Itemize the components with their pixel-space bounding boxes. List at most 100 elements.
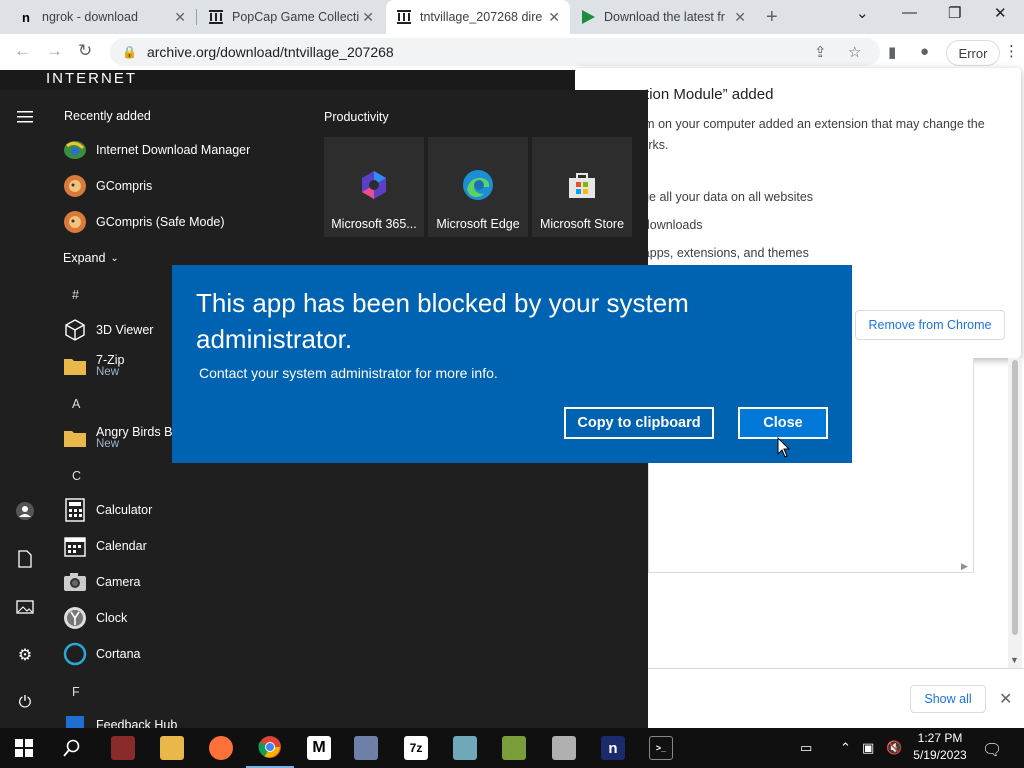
power-icon[interactable]: ⏻ xyxy=(14,692,36,714)
terminal-icon[interactable]: >_ xyxy=(637,728,685,768)
app-icon[interactable] xyxy=(342,728,390,768)
close-window-icon[interactable]: ✕ xyxy=(994,4,1007,22)
tab-title: tntvillage_207268 dire xyxy=(420,10,543,24)
tile-microsoft-edge[interactable]: Microsoft Edge xyxy=(428,137,528,237)
taskbar-clock[interactable]: 1:27 PM 5/19/2023 xyxy=(908,730,972,764)
camera-icon xyxy=(62,569,88,595)
expand-button[interactable]: Expand ⌄ xyxy=(63,242,119,274)
archive-icon xyxy=(208,9,224,25)
app-label: Angry Birds Br xyxy=(96,425,177,439)
close-icon[interactable]: ✕ xyxy=(734,9,746,26)
tile-microsoft-store[interactable]: Microsoft Store xyxy=(532,137,632,237)
m-app-icon[interactable]: M xyxy=(295,728,343,768)
restore-icon[interactable]: ❐ xyxy=(948,4,961,22)
app-label: Feedback Hub xyxy=(96,718,178,728)
app-cortana[interactable]: Cortana xyxy=(62,638,140,670)
app-gcompris[interactable]: GCompris xyxy=(62,170,152,202)
app-camera[interactable]: Camera xyxy=(62,566,140,598)
new-tab-button[interactable]: + xyxy=(766,6,778,29)
app-icon[interactable] xyxy=(540,728,588,768)
app-label: Clock xyxy=(96,611,128,625)
app-label: Calendar xyxy=(96,539,147,553)
app-angry-birds[interactable]: Angry Birds Br New xyxy=(62,418,177,458)
tab-search-icon[interactable]: ⌄ xyxy=(856,4,869,22)
chrome-icon[interactable] xyxy=(246,728,294,768)
user-account-icon[interactable] xyxy=(14,500,36,522)
page-header-text: INTERNET xyxy=(0,70,648,90)
ngrok-icon[interactable]: n xyxy=(589,728,637,768)
minimize-icon[interactable]: — xyxy=(902,4,917,21)
documents-icon[interactable] xyxy=(14,548,36,570)
play-icon xyxy=(580,9,596,25)
tab-popcap[interactable]: PopCap Game Collecti ✕ xyxy=(198,0,384,34)
letter-header[interactable]: F xyxy=(72,685,80,699)
letter-header[interactable]: C xyxy=(72,469,81,483)
app-label: Camera xyxy=(96,575,141,589)
app-calendar[interactable]: Calendar xyxy=(62,530,147,562)
close-icon[interactable]: ✕ xyxy=(362,9,374,26)
side-panel-icon[interactable]: ▮ xyxy=(888,43,896,61)
back-icon[interactable]: ← xyxy=(14,41,31,61)
profile-icon[interactable]: ● xyxy=(920,43,929,60)
volume-muted-icon[interactable]: 🔇 xyxy=(886,740,902,756)
feedback-icon xyxy=(62,710,88,728)
7zip-icon[interactable]: 7z xyxy=(392,728,440,768)
close-icon[interactable]: ✕ xyxy=(548,9,560,26)
keyboard-icon[interactable]: ▭ xyxy=(800,740,812,756)
app-gcompris-safe-mode[interactable]: GCompris (Safe Mode) xyxy=(62,206,225,238)
bookmark-star-icon[interactable]: ☆ xyxy=(848,43,861,61)
scrollbar-thumb[interactable] xyxy=(1012,360,1018,635)
notification-icon[interactable]: 🗨 xyxy=(982,740,1002,760)
pictures-icon[interactable] xyxy=(14,596,36,618)
app-feedback-hub[interactable]: Feedback Hub xyxy=(62,710,177,728)
file-explorer-icon[interactable] xyxy=(148,728,196,768)
app-calculator[interactable]: Calculator xyxy=(62,494,152,526)
winrar-icon[interactable] xyxy=(99,728,147,768)
app-7zip[interactable]: 7-Zip New xyxy=(62,346,124,386)
close-button[interactable]: Close xyxy=(738,407,828,439)
scroll-right-icon[interactable]: ▶ xyxy=(961,561,968,572)
app-3d-viewer[interactable]: 3D Viewer xyxy=(62,314,153,346)
windows-logo-icon xyxy=(15,739,33,757)
search-icon[interactable] xyxy=(48,728,96,768)
app-label: 7-Zip xyxy=(96,353,125,367)
close-icon[interactable]: ✕ xyxy=(999,689,1012,709)
settings-gear-icon[interactable]: ⚙ xyxy=(14,644,36,666)
minecraft-icon[interactable] xyxy=(490,728,538,768)
reload-icon[interactable]: ↻ xyxy=(78,41,92,61)
app-icon[interactable] xyxy=(441,728,489,768)
network-icon[interactable]: ▣ xyxy=(862,740,874,756)
browser-toolbar: ← → ↻ 🔒 archive.org/download/tntvillage_… xyxy=(0,34,1024,70)
letter-header[interactable]: # xyxy=(72,288,79,302)
copy-to-clipboard-button[interactable]: Copy to clipboard xyxy=(564,407,714,439)
share-icon[interactable]: ⇪ xyxy=(814,43,827,61)
cortana-icon xyxy=(62,641,88,667)
show-all-button[interactable]: Show all xyxy=(910,685,986,713)
new-badge: New xyxy=(96,438,120,450)
error-button[interactable]: Error xyxy=(946,40,1000,66)
menu-kebab-icon[interactable]: ⋮ xyxy=(1004,42,1019,60)
popup-body: rogram on your computer added an extensi… xyxy=(615,117,985,152)
forward-icon[interactable]: → xyxy=(46,41,63,61)
chevron-up-icon[interactable]: ⌃ xyxy=(840,740,851,756)
remove-from-chrome-button[interactable]: Remove from Chrome xyxy=(855,310,1005,340)
tile-label: Microsoft 365... xyxy=(331,217,417,231)
tile-microsoft-365[interactable]: Microsoft 365... xyxy=(324,137,424,237)
app-internet-download-manager[interactable]: Internet Download Manager xyxy=(62,134,250,166)
hamburger-menu-icon[interactable] xyxy=(14,106,36,128)
app-label: Internet Download Manager xyxy=(96,143,251,157)
close-icon[interactable]: ✕ xyxy=(174,9,186,26)
gcompris-icon xyxy=(62,173,88,199)
productivity-heading: Productivity xyxy=(324,110,389,124)
app-clock[interactable]: Clock xyxy=(62,602,127,634)
tab-tntvillage[interactable]: tntvillage_207268 dire ✕ xyxy=(386,0,570,34)
start-button[interactable] xyxy=(0,728,48,768)
scroll-down-icon[interactable]: ▼ xyxy=(1010,655,1019,665)
tab-title: ngrok - download xyxy=(42,10,138,24)
expand-label: Expand xyxy=(63,251,106,265)
letter-header[interactable]: A xyxy=(72,397,80,411)
tab-download-latest[interactable]: Download the latest fr ✕ xyxy=(570,0,756,34)
address-bar[interactable]: 🔒 archive.org/download/tntvillage_207268 xyxy=(110,38,880,66)
tab-ngrok[interactable]: n ngrok - download ✕ xyxy=(8,0,196,34)
firefox-icon[interactable] xyxy=(197,728,245,768)
